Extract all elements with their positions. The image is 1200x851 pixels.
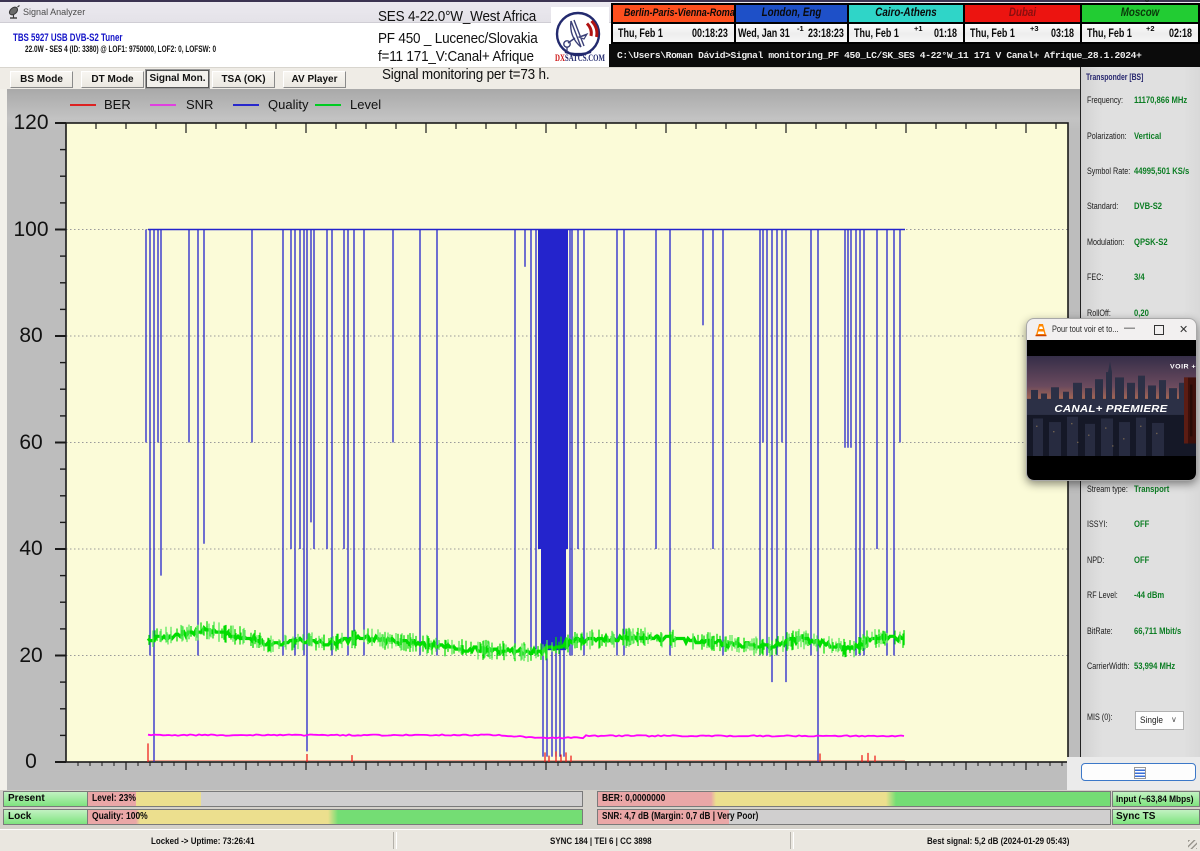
svg-text:CANAL+ PREMIERE: CANAL+ PREMIERE [1054,404,1168,415]
svg-text:DXSATCS.COM: DXSATCS.COM [555,53,605,63]
svg-text:VOIR +: VOIR + [1170,364,1196,371]
